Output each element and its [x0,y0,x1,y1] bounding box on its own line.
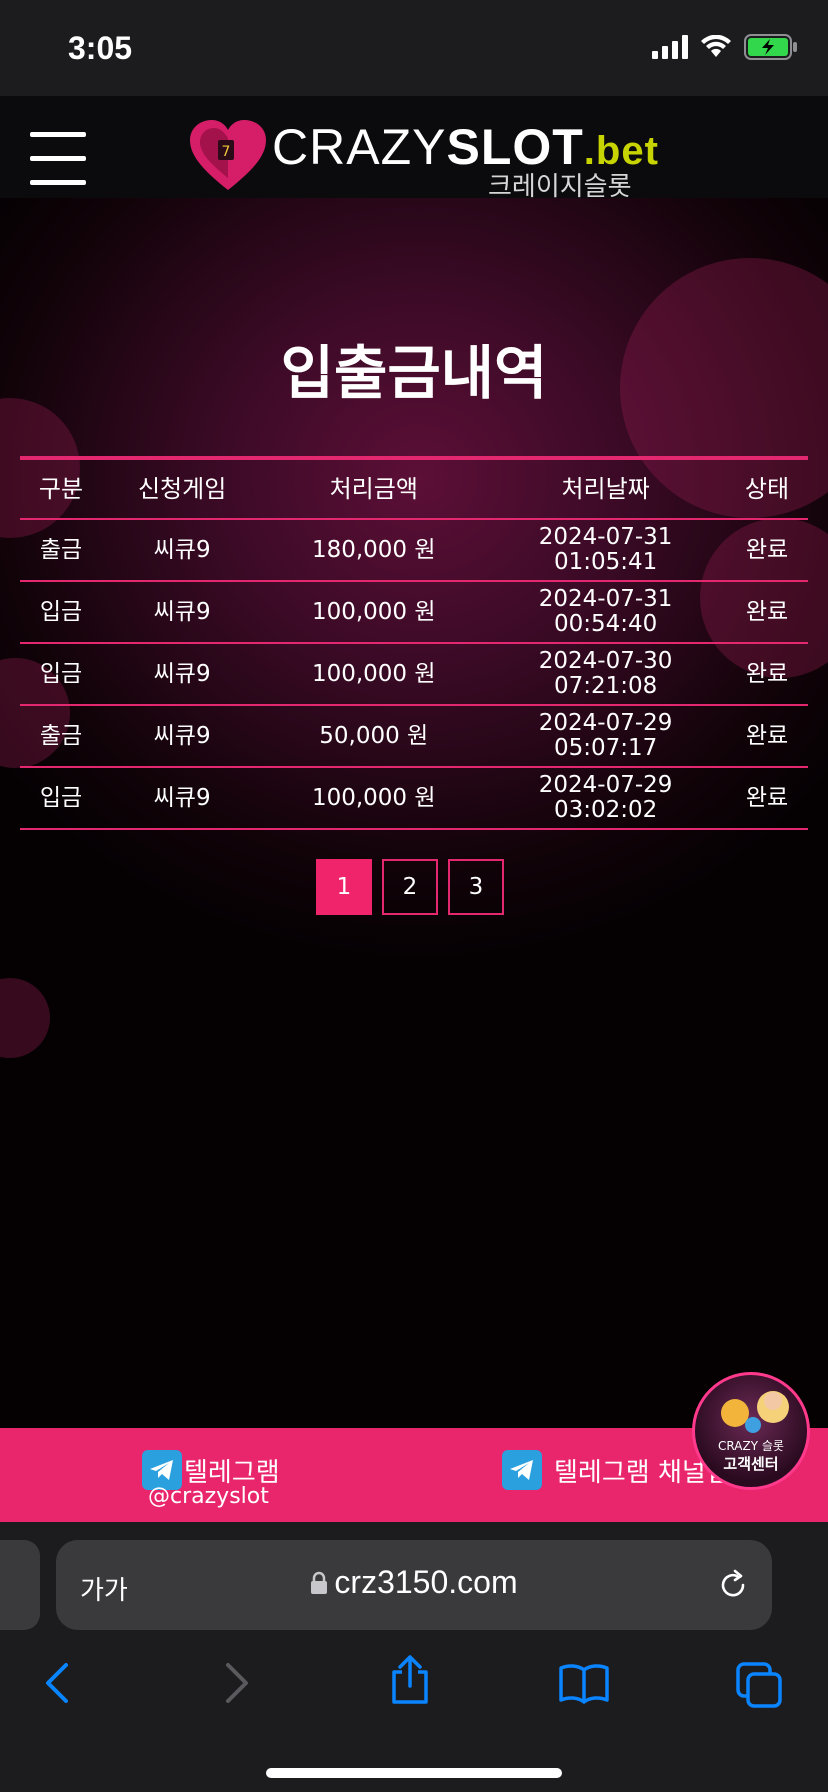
telegram-label: 텔레그램 [184,1457,280,1488]
back-icon[interactable] [44,1662,70,1704]
telegram-icon [502,1450,542,1490]
signal-icon [652,35,688,59]
table-row: 입금 씨큐9 100,000 원 2024-07-31 00:54:40 완료 [20,581,808,644]
cell-status: 완료 [726,519,808,582]
cell-status: 완료 [726,643,808,706]
telegram-handle: @crazyslot [148,1484,269,1509]
cell-date: 2024-07-30 [538,648,673,674]
cell-type: 입금 [20,643,102,706]
col-header-game: 신청게임 [101,458,263,520]
cell-type: 출금 [20,519,102,582]
cell-amount: 50,000 원 [262,705,486,768]
customer-service-button[interactable]: CRAZY 슬롯 고객센터 [692,1372,810,1490]
cell-date: 2024-07-29 [538,772,673,798]
cell-type: 출금 [20,705,102,768]
heart-logo-icon: 7 [190,120,266,190]
reload-icon[interactable] [716,1568,750,1602]
page-button-1[interactable]: 1 [316,859,372,915]
transaction-table: 구분 신청게임 처리금액 처리날짜 상태 출금 씨큐9 180,000 원 20… [20,456,808,830]
cell-date: 2024-07-29 [538,710,673,736]
pagination: 1 2 3 [316,859,504,915]
cell-type: 입금 [20,581,102,644]
svg-text:7: 7 [222,144,231,160]
forward-icon[interactable] [224,1662,250,1704]
bookmarks-icon[interactable] [558,1662,610,1704]
tabs-icon[interactable] [736,1662,784,1710]
cell-time: 05:07:17 [553,735,658,761]
col-header-date: 처리날짜 [485,458,727,520]
background-decoration [0,978,50,1058]
previous-tab-peek[interactable] [0,1540,40,1630]
table-row: 입금 씨큐9 100,000 원 2024-07-29 03:02:02 완료 [20,767,808,830]
status-time: 3:05 [68,30,133,66]
address-bar[interactable]: 가가 crz3150.com [56,1540,772,1630]
menu-button[interactable] [30,132,86,185]
page-button-3[interactable]: 3 [448,859,504,915]
page-title: 입출금내역 [280,339,548,407]
cell-date: 2024-07-31 [538,524,673,550]
cell-date: 2024-07-31 [538,586,673,612]
table-header-row: 구분 신청게임 처리금액 처리날짜 상태 [20,458,808,520]
cell-status: 완료 [726,767,808,830]
cs-badge-label: 고객센터 [723,1455,779,1473]
cell-datetime: 2024-07-31 00:54:40 [485,581,727,644]
cell-datetime: 2024-07-29 03:02:02 [485,767,727,830]
page-button-2[interactable]: 2 [382,859,438,915]
cell-time: 00:54:40 [553,611,658,637]
main-content: 입출금내역 구분 신청게임 처리금액 처리날짜 상태 출금 씨큐9 180,00… [0,198,828,1428]
share-icon[interactable] [388,1654,432,1706]
table-row: 출금 씨큐9 50,000 원 2024-07-29 05:07:17 완료 [20,705,808,768]
site-logo[interactable]: 7 CRAZYSLOT.bet 크레이지슬롯 [188,118,658,202]
cell-game: 씨큐9 [101,705,263,768]
col-header-type: 구분 [20,458,102,520]
cell-datetime: 2024-07-29 05:07:17 [485,705,727,768]
status-bar: 3:05 [0,0,828,96]
cs-badge-top: CRAZY 슬롯 [718,1439,784,1453]
mascot-icon [721,1391,789,1433]
logo-crazy: CRAZY [272,119,447,175]
status-icons [652,34,798,60]
url-text: crz3150.com [334,1564,518,1600]
cell-amount: 100,000 원 [262,581,486,644]
cell-datetime: 2024-07-30 07:21:08 [485,643,727,706]
table-row: 입금 씨큐9 100,000 원 2024-07-30 07:21:08 완료 [20,643,808,706]
wifi-icon [701,35,731,57]
cell-status: 완료 [726,581,808,644]
home-indicator [266,1768,562,1778]
browser-bar: 가가 crz3150.com [0,1522,828,1792]
cell-time: 03:02:02 [553,797,658,823]
cell-type: 입금 [20,767,102,830]
col-header-status: 상태 [726,458,808,520]
menu-icon [30,132,86,185]
cell-status: 완료 [726,705,808,768]
cell-game: 씨큐9 [101,767,263,830]
cell-time: 07:21:08 [553,673,658,699]
cell-amount: 100,000 원 [262,767,486,830]
cell-amount: 180,000 원 [262,519,486,582]
col-header-amount: 처리금액 [262,458,486,520]
table-row: 출금 씨큐9 180,000 원 2024-07-31 01:05:41 완료 [20,519,808,582]
cell-game: 씨큐9 [101,581,263,644]
cell-game: 씨큐9 [101,643,263,706]
battery-icon [744,34,797,60]
cell-time: 01:05:41 [553,549,658,575]
cell-amount: 100,000 원 [262,643,486,706]
lock-icon [311,1571,328,1594]
browser-toolbar [0,1654,828,1724]
url-display[interactable]: crz3150.com [56,1564,772,1601]
site-header: 7 CRAZYSLOT.bet 크레이지슬롯 [0,96,828,202]
cell-datetime: 2024-07-31 01:05:41 [485,519,727,582]
cell-game: 씨큐9 [101,519,263,582]
